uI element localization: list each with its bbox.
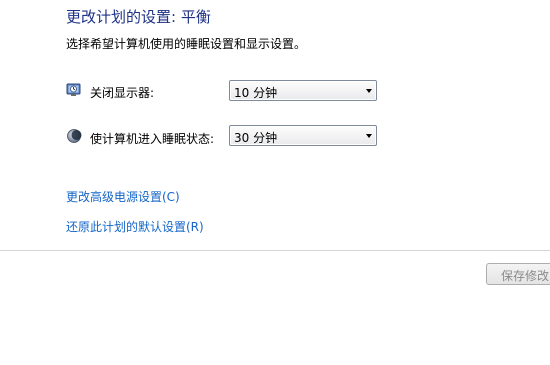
advanced-power-settings-link[interactable]: 更改高级电源设置(C)	[66, 188, 180, 205]
display-off-label: 关闭显示器:	[90, 86, 155, 100]
sleep-value: 30 分钟	[234, 131, 278, 145]
chevron-down-icon	[366, 134, 372, 138]
page-subtitle: 选择希望计算机使用的睡眠设置和显示设置。	[66, 37, 307, 51]
restore-defaults-link[interactable]: 还原此计划的默认设置(R)	[66, 218, 204, 235]
display-off-value: 10 分钟	[234, 86, 278, 100]
sleep-select[interactable]: 30 分钟	[229, 125, 377, 146]
sleep-label: 使计算机进入睡眠状态:	[90, 132, 215, 146]
moon-icon	[66, 128, 82, 144]
chevron-down-icon	[366, 89, 372, 93]
display-off-select[interactable]: 10 分钟	[229, 80, 377, 101]
page-title: 更改计划的设置: 平衡	[66, 8, 211, 26]
divider	[0, 250, 550, 251]
monitor-clock-icon	[66, 82, 82, 98]
save-changes-button[interactable]: 保存修改	[486, 263, 550, 285]
